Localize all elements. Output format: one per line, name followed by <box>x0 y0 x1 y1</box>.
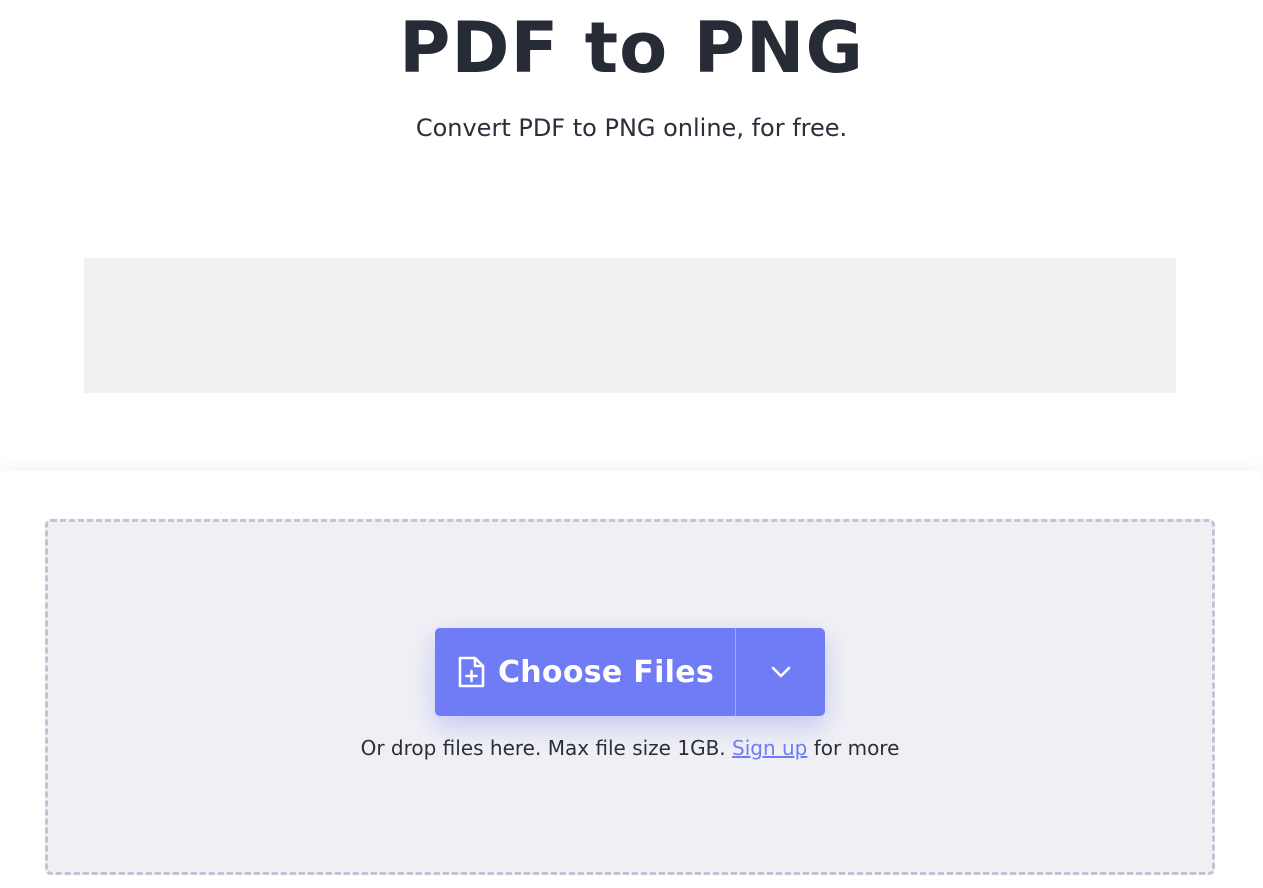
page-title: PDF to PNG <box>399 7 864 89</box>
drop-hint-text: Or drop files here. Max file size 1GB. <box>360 736 726 760</box>
ad-placeholder <box>84 258 1176 393</box>
choose-files-label: Choose Files <box>497 654 715 690</box>
file-dropzone[interactable]: Choose Files Or drop files here. Max fil… <box>45 519 1215 875</box>
sign-up-link[interactable]: Sign up <box>732 736 807 760</box>
file-plus-icon <box>458 656 485 688</box>
choose-files-button[interactable]: Choose Files <box>435 628 735 716</box>
chevron-down-icon <box>771 666 790 678</box>
upload-options-dropdown[interactable] <box>736 628 825 716</box>
drop-hint: Or drop files here. Max file size 1GB. S… <box>48 734 1212 762</box>
page-subtitle: Convert PDF to PNG online, for free. <box>415 114 848 142</box>
page: PDF to PNG Convert PDF to PNG online, fo… <box>0 0 1263 888</box>
drop-hint-suffix: for more <box>813 736 900 760</box>
upload-section: Choose Files Or drop files here. Max fil… <box>0 471 1263 888</box>
choose-files-group: Choose Files <box>435 628 825 716</box>
